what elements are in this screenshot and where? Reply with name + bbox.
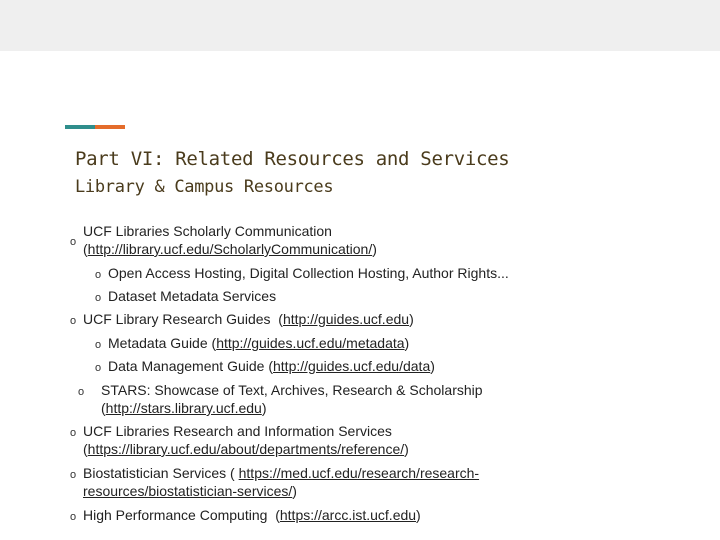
- data-management-guide-link[interactable]: http://guides.ucf.edu/data: [273, 358, 430, 374]
- list-item: UCF Libraries Research and Information S…: [83, 423, 392, 439]
- bullet: o: [70, 315, 77, 327]
- bullet: o: [70, 427, 77, 439]
- bullet: o: [95, 362, 102, 374]
- list-item-link-row: resources/biostatistician-services/): [83, 483, 297, 499]
- list-item: UCF Library Research Guides (http://guid…: [83, 311, 414, 327]
- slide-subtitle: Library & Campus Resources: [75, 177, 334, 197]
- list-item: Data Management Guide (http://guides.ucf…: [108, 358, 435, 374]
- list-item-link-row: (http://stars.library.ucf.edu): [101, 400, 267, 416]
- biostatistician-link-part1[interactable]: https://med.ucf.edu/research/research-: [239, 465, 479, 481]
- accent-bar-teal: [65, 125, 95, 129]
- slide-title: Part VI: Related Resources and Services: [75, 148, 510, 170]
- bullet: o: [95, 269, 102, 281]
- list-item: STARS: Showcase of Text, Archives, Resea…: [101, 382, 483, 398]
- list-item: High Performance Computing (https://arcc…: [83, 507, 421, 523]
- list-item-link-row: (https://library.ucf.edu/about/departmen…: [83, 441, 409, 457]
- top-bar: [0, 0, 720, 51]
- bullet: o: [95, 339, 102, 351]
- stars-link[interactable]: http://stars.library.ucf.edu: [106, 400, 262, 416]
- list-item: Metadata Guide (http://guides.ucf.edu/me…: [108, 335, 410, 351]
- hpc-link[interactable]: https://arcc.ist.ucf.edu: [280, 507, 416, 523]
- accent-bar-orange: [95, 125, 125, 129]
- list-item: Open Access Hosting, Digital Collection …: [108, 265, 509, 281]
- list-item: Biostatistician Services ( https://med.u…: [83, 465, 480, 481]
- biostatistician-link-part2[interactable]: resources/biostatistician-services/: [83, 483, 292, 499]
- research-guides-link[interactable]: http://guides.ucf.edu: [283, 311, 409, 327]
- bullet: o: [70, 469, 77, 481]
- metadata-guide-link[interactable]: http://guides.ucf.edu/metadata: [216, 335, 404, 351]
- list-item: Dataset Metadata Services: [108, 288, 277, 304]
- bullet: o: [70, 236, 77, 248]
- bullet: o: [78, 386, 85, 398]
- list-item: UCF Libraries Scholarly Communication: [83, 223, 332, 239]
- bullet: o: [70, 511, 77, 523]
- research-information-link[interactable]: https://library.ucf.edu/about/department…: [88, 441, 404, 457]
- scholarly-communication-link[interactable]: http://library.ucf.edu/ScholarlyCommunic…: [88, 241, 373, 257]
- bullet: o: [95, 292, 102, 304]
- list-item-link-row: (http://library.ucf.edu/ScholarlyCommuni…: [83, 241, 377, 257]
